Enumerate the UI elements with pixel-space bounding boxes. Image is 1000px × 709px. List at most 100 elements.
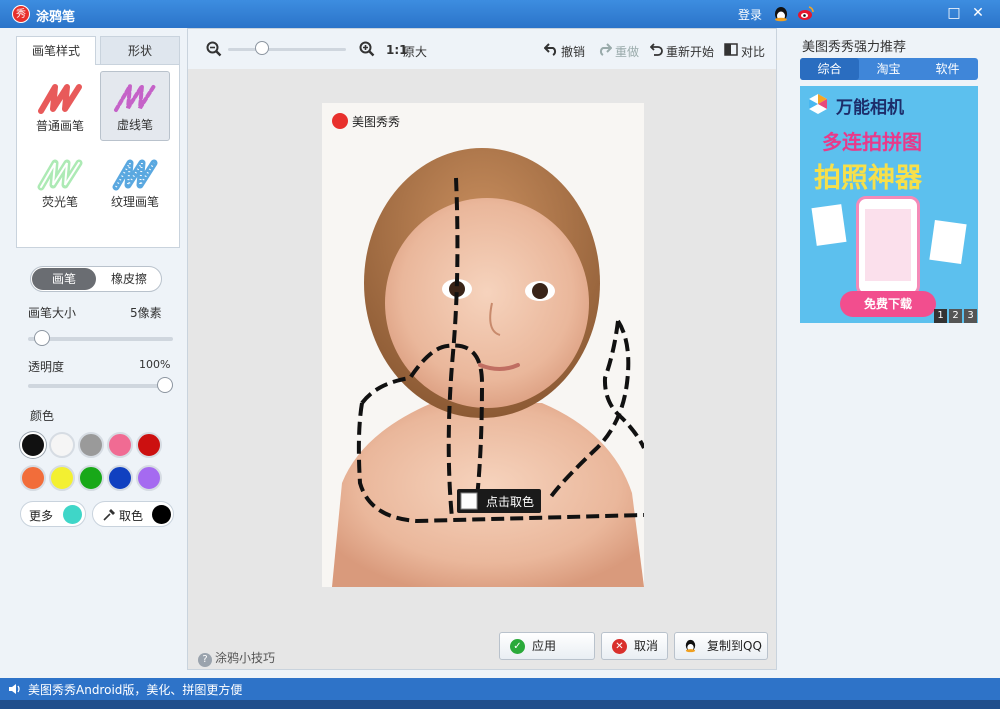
zoom-out-icon[interactable]	[206, 41, 222, 57]
brush-label: 荧光笔	[41, 195, 78, 209]
color-swatch[interactable]	[107, 465, 133, 491]
apply-label: 应用	[532, 639, 557, 653]
left-panel: 画笔样式 形状 普通画笔 虚线笔 荧光笔 纹理画笔 画笔 橡皮擦 画笔大小 5像…	[0, 28, 187, 678]
tab-software[interactable]: 软件	[918, 58, 977, 80]
color-swatch[interactable]	[107, 432, 133, 458]
zoom-slider-knob[interactable]	[255, 41, 269, 55]
weibo-icon[interactable]	[797, 4, 815, 22]
brush-dashed[interactable]: 虚线笔	[100, 71, 170, 141]
brush-label: 纹理画笔	[110, 195, 159, 209]
color-swatch[interactable]	[49, 432, 75, 458]
login-link[interactable]: 登录	[738, 6, 762, 23]
ad-line-1: 多连拍拼图	[822, 130, 922, 154]
ad-photo-card	[929, 219, 967, 265]
ad-page-1[interactable]: 1	[934, 309, 947, 323]
canvas-toolbar: 1:1 原大 撤销 重做 重新开始 对比	[188, 29, 776, 69]
opacity-label: 透明度	[28, 360, 65, 374]
color-pick-tooltip: 点击取色	[457, 489, 541, 513]
opacity-slider-knob[interactable]	[157, 377, 173, 393]
brush-texture[interactable]: 纹理画笔	[100, 149, 170, 219]
eraser-mode-button[interactable]: 橡皮擦	[97, 268, 161, 290]
tooltip-text: 点击取色	[486, 495, 534, 509]
zoom-in-icon[interactable]	[359, 41, 375, 57]
zoom-slider[interactable]	[228, 48, 346, 51]
qq-penguin-icon	[685, 639, 696, 653]
tab-comprehensive[interactable]: 综合	[800, 58, 859, 80]
color-swatch[interactable]	[49, 465, 75, 491]
help-icon: ?	[198, 653, 212, 667]
doodle-tips-link[interactable]: ? 涂鸦小技巧	[198, 649, 275, 667]
speaker-icon	[9, 684, 20, 694]
photo-canvas[interactable]: 美图秀秀 点击取色	[322, 103, 644, 587]
cancel-button[interactable]: ✕ 取消	[601, 632, 668, 660]
ad-page-2[interactable]: 2	[949, 309, 962, 323]
apply-button[interactable]: ✓ 应用	[499, 632, 595, 660]
original-size-button[interactable]: 原大	[403, 43, 427, 60]
close-button[interactable]: ✕	[970, 5, 986, 21]
camera-app-logo-icon	[809, 94, 827, 114]
window-title: 涂鸦笔	[36, 10, 76, 25]
brush-tabs: 画笔样式 形状	[16, 36, 180, 65]
size-value: 5像素	[130, 306, 162, 320]
color-swatch[interactable]	[20, 432, 46, 458]
ad-title: 万能相机	[836, 98, 904, 118]
brush-normal[interactable]: 普通画笔	[25, 73, 95, 143]
app-logo-icon: 秀	[12, 5, 30, 23]
texture-brush-icon	[112, 159, 158, 191]
qq-penguin-icon[interactable]	[772, 4, 790, 22]
size-slider-knob[interactable]	[34, 330, 51, 346]
picked-color-dot	[152, 505, 171, 524]
brush-label: 虚线笔	[116, 118, 153, 132]
taskbar	[0, 700, 1000, 709]
tab-shape[interactable]: 形状	[100, 36, 180, 65]
eyedropper-button[interactable]: 取色	[92, 501, 174, 527]
opacity-slider[interactable]	[28, 384, 173, 388]
cancel-label: 取消	[634, 639, 659, 653]
compare-icon	[724, 43, 738, 56]
color-swatch[interactable]	[78, 432, 104, 458]
color-swatch[interactable]	[78, 465, 104, 491]
recommend-tabs: 综合 淘宝 软件	[800, 58, 978, 80]
compare-button[interactable]: 对比	[741, 43, 765, 60]
tab-taobao[interactable]: 淘宝	[859, 58, 918, 80]
eyedropper-icon	[103, 509, 115, 521]
color-swatch[interactable]	[136, 465, 162, 491]
copy-to-qq-label: 复制到QQ	[707, 639, 762, 653]
restart-icon	[650, 43, 663, 56]
doodle-tips-label: 涂鸦小技巧	[215, 651, 276, 665]
check-icon: ✓	[510, 639, 525, 654]
color-swatch[interactable]	[20, 465, 46, 491]
more-colors-button[interactable]: 更多	[20, 501, 86, 527]
maximize-button[interactable]: □	[946, 5, 962, 21]
ad-phone-illustration	[856, 196, 920, 296]
redo-button[interactable]: 重做	[615, 43, 639, 60]
brush-highlighter[interactable]: 荧光笔	[25, 149, 95, 219]
copy-to-qq-button[interactable]: 复制到QQ	[674, 632, 768, 660]
color-swatch[interactable]	[136, 432, 162, 458]
undo-button[interactable]: 撤销	[561, 43, 585, 60]
opacity-value: 100%	[139, 358, 171, 371]
watermark-text: 美图秀秀	[352, 115, 400, 129]
ad-photo-card	[811, 204, 847, 246]
ad-banner[interactable]: 万能相机 多连拍拼图 拍照神器 免费下载 1 2 3	[800, 86, 978, 323]
undo-icon	[544, 43, 557, 56]
redo-icon	[599, 43, 612, 56]
cancel-icon: ✕	[612, 639, 627, 654]
brush-mode-button[interactable]: 画笔	[32, 268, 96, 290]
restart-button[interactable]: 重新开始	[666, 43, 714, 60]
ad-page-3[interactable]: 3	[964, 309, 977, 323]
color-label: 颜色	[30, 409, 55, 423]
recommend-title: 美图秀秀强力推荐	[802, 40, 907, 55]
more-colors-label: 更多	[29, 509, 54, 523]
ad-download-button[interactable]: 免费下载	[840, 291, 936, 317]
status-bar: 美图秀秀Android版，美化、拼图更方便	[0, 678, 1000, 700]
baby-face	[385, 198, 589, 408]
tab-brush-style[interactable]: 画笔样式	[16, 36, 96, 65]
watermark-logo-icon	[332, 113, 348, 129]
brush-style-grid: 普通画笔 虚线笔 荧光笔 纹理画笔	[16, 64, 180, 248]
dashed-brush-icon	[114, 84, 156, 112]
ad-line-2: 拍照神器	[814, 163, 922, 194]
size-label: 画笔大小	[28, 306, 77, 320]
eyedropper-label: 取色	[119, 509, 144, 523]
status-text[interactable]: 美图秀秀Android版，美化、拼图更方便	[28, 681, 242, 698]
